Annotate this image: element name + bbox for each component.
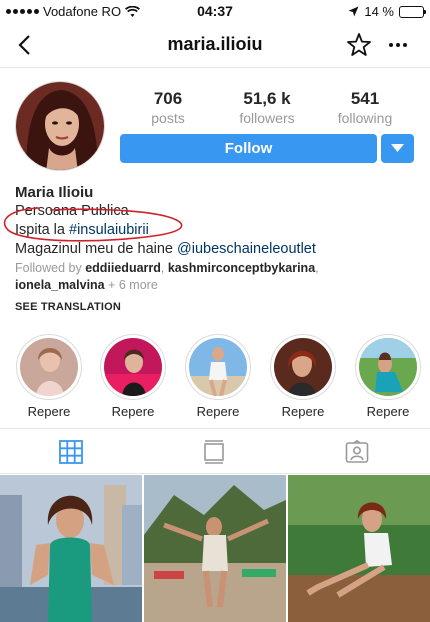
post-thumbnail[interactable] (288, 475, 430, 622)
follower-name[interactable]: ionela_malvina (15, 278, 105, 292)
followers-stat[interactable]: 51,6 k followers (217, 89, 317, 126)
profile-header-bar: maria.ilioiu (0, 24, 430, 68)
followed-by-more: + 6 more (104, 278, 158, 292)
mention-link[interactable]: @iubeschaineleoutlet (177, 241, 316, 257)
follower-name[interactable]: kashmirconceptbykarina (168, 261, 315, 275)
highlight-label: Repere (281, 404, 325, 419)
tab-feed[interactable] (143, 429, 286, 475)
back-button[interactable] (10, 30, 40, 60)
followed-by-text[interactable]: Followed by eddiieduarrd, kashmirconcept… (15, 260, 420, 294)
followed-by-prefix: Followed by (15, 261, 86, 275)
battery-percent: 14 % (364, 4, 394, 19)
favorite-button[interactable] (345, 31, 373, 59)
highlight-label: Repere (196, 404, 240, 419)
suggested-accounts-button[interactable] (381, 134, 414, 163)
status-bar: Vodafone RO 04:37 14 % (0, 0, 430, 24)
followers-label: followers (239, 110, 295, 126)
post-thumbnail[interactable] (0, 475, 142, 622)
caret-down-icon (391, 144, 404, 152)
story-highlight[interactable]: Repere (98, 334, 168, 419)
separator: , (315, 261, 319, 275)
posts-label: posts (151, 110, 185, 126)
story-highlight[interactable]: Repere (353, 334, 423, 419)
follower-name[interactable]: eddiieduarrd (85, 261, 161, 275)
follow-button[interactable]: Follow (120, 134, 377, 163)
following-label: following (337, 110, 393, 126)
highlight-label: Repere (366, 404, 410, 419)
separator: , (160, 261, 168, 275)
feed-list-icon (204, 440, 224, 464)
followers-count: 51,6 k (243, 89, 291, 108)
profile-tabs (0, 428, 430, 474)
post-thumbnail[interactable] (144, 475, 286, 622)
more-options-button[interactable] (384, 31, 412, 59)
tagged-user-icon (345, 440, 369, 463)
location-arrow-icon (348, 6, 359, 17)
story-highlight[interactable]: Repere (14, 334, 84, 419)
battery-icon (399, 5, 426, 18)
see-translation-link[interactable]: SEE TRANSLATION (15, 301, 121, 313)
story-highlight[interactable]: Repere (183, 334, 253, 419)
following-count: 541 (350, 89, 380, 108)
back-chevron-icon (18, 35, 30, 55)
avatar-photo (16, 82, 104, 170)
posts-count: 706 (153, 89, 183, 108)
story-highlight[interactable]: Repere (268, 334, 338, 419)
highlight-label: Repere (111, 404, 155, 419)
following-stat[interactable]: 541 following (315, 89, 415, 126)
tab-tagged[interactable] (286, 429, 429, 475)
posts-stat[interactable]: 706 posts (118, 89, 218, 126)
profile-avatar[interactable] (15, 81, 105, 171)
highlight-label: Repere (27, 404, 71, 419)
tab-grid[interactable] (0, 429, 143, 475)
annotation-circle (3, 207, 183, 242)
grid-icon (59, 440, 83, 464)
star-icon (347, 33, 371, 56)
more-dots-icon (389, 43, 407, 47)
